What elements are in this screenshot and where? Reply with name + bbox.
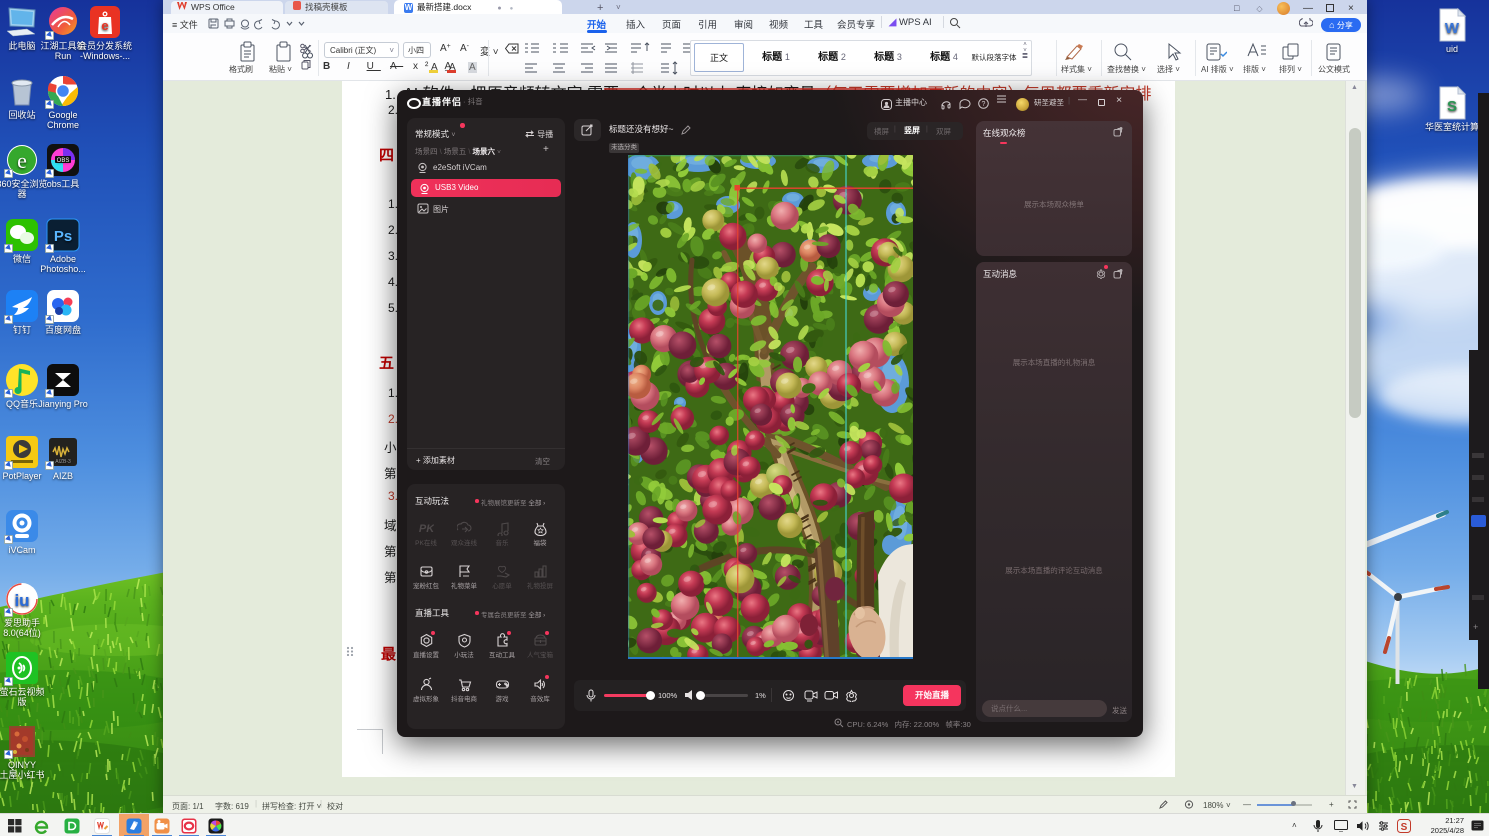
- svg-text:?: ?: [982, 101, 986, 108]
- svg-text:S: S: [1401, 822, 1408, 833]
- svg-text:OBS: OBS: [57, 158, 70, 164]
- svg-text:AIZB-3: AIZB-3: [55, 459, 71, 465]
- svg-text:Ps: Ps: [54, 228, 72, 245]
- svg-text:PK: PK: [419, 523, 434, 535]
- svg-text:S: S: [1447, 98, 1457, 115]
- svg-text:e: e: [17, 148, 27, 173]
- svg-text:e: e: [101, 18, 108, 33]
- svg-text:W: W: [1445, 20, 1460, 37]
- svg-text:iu: iu: [14, 591, 29, 610]
